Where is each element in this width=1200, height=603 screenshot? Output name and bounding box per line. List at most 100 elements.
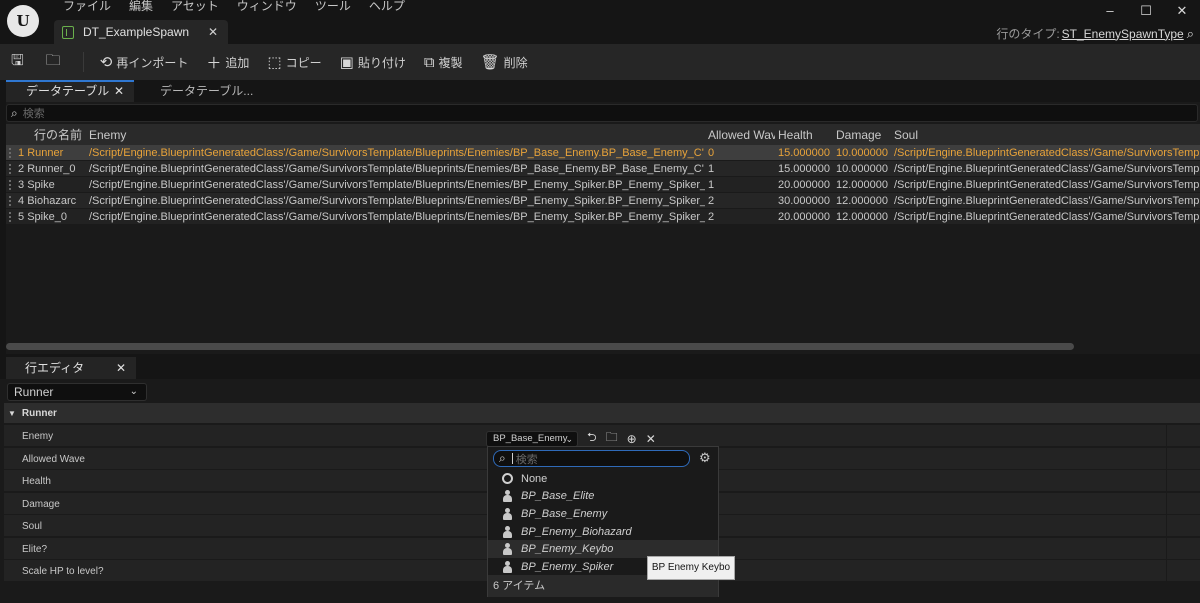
paste-label: 貼り付け [357,55,406,70]
picker-search-input[interactable]: ⌕ 検索 [493,450,690,467]
property-label: Health [22,476,51,487]
table-row[interactable]: 1 Runner /Script/Engine.BlueprintGenerat… [6,145,1200,161]
title-bar: U ファイル 編集 アセット ウィンドウ ツール ヘルプ DT_ExampleS… [0,0,1200,44]
table-row[interactable]: 5 Spike_0 /Script/Engine.BlueprintGenera… [6,209,1200,225]
drag-handle-icon[interactable] [9,195,13,206]
browse-button[interactable]: 🗀 [46,50,65,75]
row-name: Spike [27,178,55,191]
horizontal-scrollbar[interactable] [6,342,1200,350]
picker-item[interactable]: BP_Base_Enemy [488,505,718,523]
duplicate-button[interactable]: ⧉ 複製 [424,54,463,71]
divider [1166,470,1167,492]
reimport-icon: ⟲ [99,54,113,71]
picker-search-placeholder: 検索 [515,453,538,466]
picker-item[interactable]: BP_Base_Elite [488,488,718,506]
allowed-wave-cell: 2 [708,194,715,207]
damage-cell: 10.000000 [836,146,888,159]
damage-cell: 12.000000 [836,178,888,191]
copy-button[interactable]: ⬚ コピー [267,53,321,71]
search-icon[interactable]: ⌕ [1187,26,1194,42]
add-button[interactable]: ＋追加 [206,52,249,73]
delete-button[interactable]: 🗑 削除 [481,53,528,71]
drag-handle-icon[interactable] [9,211,13,222]
menu-asset[interactable]: アセット [162,0,228,14]
drag-handle-icon[interactable] [9,179,13,190]
copy-label: コピー [285,55,322,70]
tooltip: BP Enemy Keybo [647,556,735,580]
duplicate-icon: ⧉ [423,53,435,71]
divider [1166,515,1167,537]
reimport-label: 再インポート [116,55,189,70]
table-row[interactable]: 4 Biohazarc /Script/Engine.BlueprintGene… [6,193,1200,209]
row-index: 1 [18,146,25,159]
enemy-class-combo[interactable]: BP_Base_Enemy ⌄ [486,430,578,447]
row-type-label: 行のタイプ: [996,27,1060,41]
tab-data-table-details[interactable]: データテーブル... [160,80,253,102]
picker-item[interactable]: BP_Enemy_Biohazard [488,523,718,541]
row-name-cell: 5 Spike_0 [6,211,86,223]
column-header-soul[interactable]: Soul [891,128,1200,142]
picker-item-label: BP_Enemy_Biohazard [521,525,632,538]
close-window-button[interactable]: ✕ [1164,0,1200,22]
allowed-wave-cell: 0 [708,146,715,159]
column-header-damage[interactable]: Damage [833,128,891,142]
menu-window[interactable]: ウィンドウ [228,0,306,14]
tab-row-editor-label: 行エディタ [25,361,85,375]
menu-edit[interactable]: 編集 [120,0,162,14]
menu-tools[interactable]: ツール [306,0,360,14]
save-button[interactable]: 🖫 [11,50,28,75]
menu-help[interactable]: ヘルプ [360,0,414,14]
column-header-row-name[interactable]: 行の名前 [6,126,86,143]
soul-cell: /Script/Engine.BlueprintGeneratedClass'/… [894,210,1200,223]
document-tab-label: DT_ExampleSpawn [83,25,190,39]
column-header-allowed-wave[interactable]: Allowed Wave [705,128,775,142]
divider [1166,425,1167,447]
picker-item-none[interactable]: None [488,470,718,488]
column-header-health[interactable]: Health [775,128,833,142]
row-index: 3 [18,178,25,191]
row-type-indicator: 行のタイプ: ST_EnemySpawnType ⌕ [996,25,1194,42]
scrollbar-thumb[interactable] [6,343,1074,350]
close-icon[interactable]: ✕ [114,82,124,101]
row-name-cell: 1 Runner [6,147,86,159]
paste-button[interactable]: ▣ 貼り付け [340,53,406,71]
health-cell: 20.000000 [778,210,830,223]
clear-icon[interactable]: ✕ [646,432,656,446]
divider [1166,560,1167,582]
drag-handle-icon[interactable] [9,147,13,158]
minimize-button[interactable]: – [1092,0,1128,22]
chevron-down-icon: ⌄ [565,433,573,444]
column-header-enemy[interactable]: Enemy [86,128,705,142]
row-select-value: Runner [14,385,54,399]
property-label: Allowed Wave [22,454,85,465]
table-row[interactable]: 2 Runner_0 /Script/Engine.BlueprintGener… [6,161,1200,177]
window-controls: – ☐ ✕ [1092,0,1200,22]
soul-cell: /Script/Engine.BlueprintGeneratedClass'/… [894,194,1200,207]
row-select-dropdown[interactable]: Runner ⌄ [7,383,147,401]
add-new-icon[interactable]: ⊕ [627,432,637,446]
maximize-button[interactable]: ☐ [1128,0,1164,22]
row-name-cell: 2 Runner_0 [6,163,86,175]
tab-data-table[interactable]: データテーブル ✕ [6,80,134,102]
toolbar-separator [82,52,84,72]
tab-row-editor[interactable]: 行エディタ ✕ [6,357,136,379]
document-tab[interactable]: DT_ExampleSpawn ✕ [54,20,228,44]
table-header: 行の名前 Enemy Allowed Wave Health Damage So… [6,124,1200,145]
row-type-link[interactable]: ST_EnemySpawnType [1062,27,1184,41]
drag-handle-icon[interactable] [9,163,13,174]
picker-item-label: BP_Enemy_Keybo [521,543,614,556]
gear-icon[interactable]: ⚙ [699,450,711,466]
enemy-cell: /Script/Engine.BlueprintGeneratedClass'/… [89,210,705,223]
table-row[interactable]: 3 Spike /Script/Engine.BlueprintGenerate… [6,177,1200,193]
search-icon: ⌕ [499,451,506,465]
enemy-cell: /Script/Engine.BlueprintGeneratedClass'/… [89,178,705,191]
close-icon[interactable]: ✕ [116,357,126,379]
divider [1166,538,1167,560]
table-search-input[interactable]: ⌕ 検索 [6,104,1198,122]
row-name-cell: 4 Biohazarc [6,195,86,207]
close-icon[interactable]: ✕ [208,25,218,39]
reimport-button[interactable]: ⟲ 再インポート [100,53,189,71]
section-header[interactable]: ▼ Runner [4,403,1200,423]
menu-file[interactable]: ファイル [54,0,120,14]
unreal-logo-icon[interactable]: U [7,5,39,37]
